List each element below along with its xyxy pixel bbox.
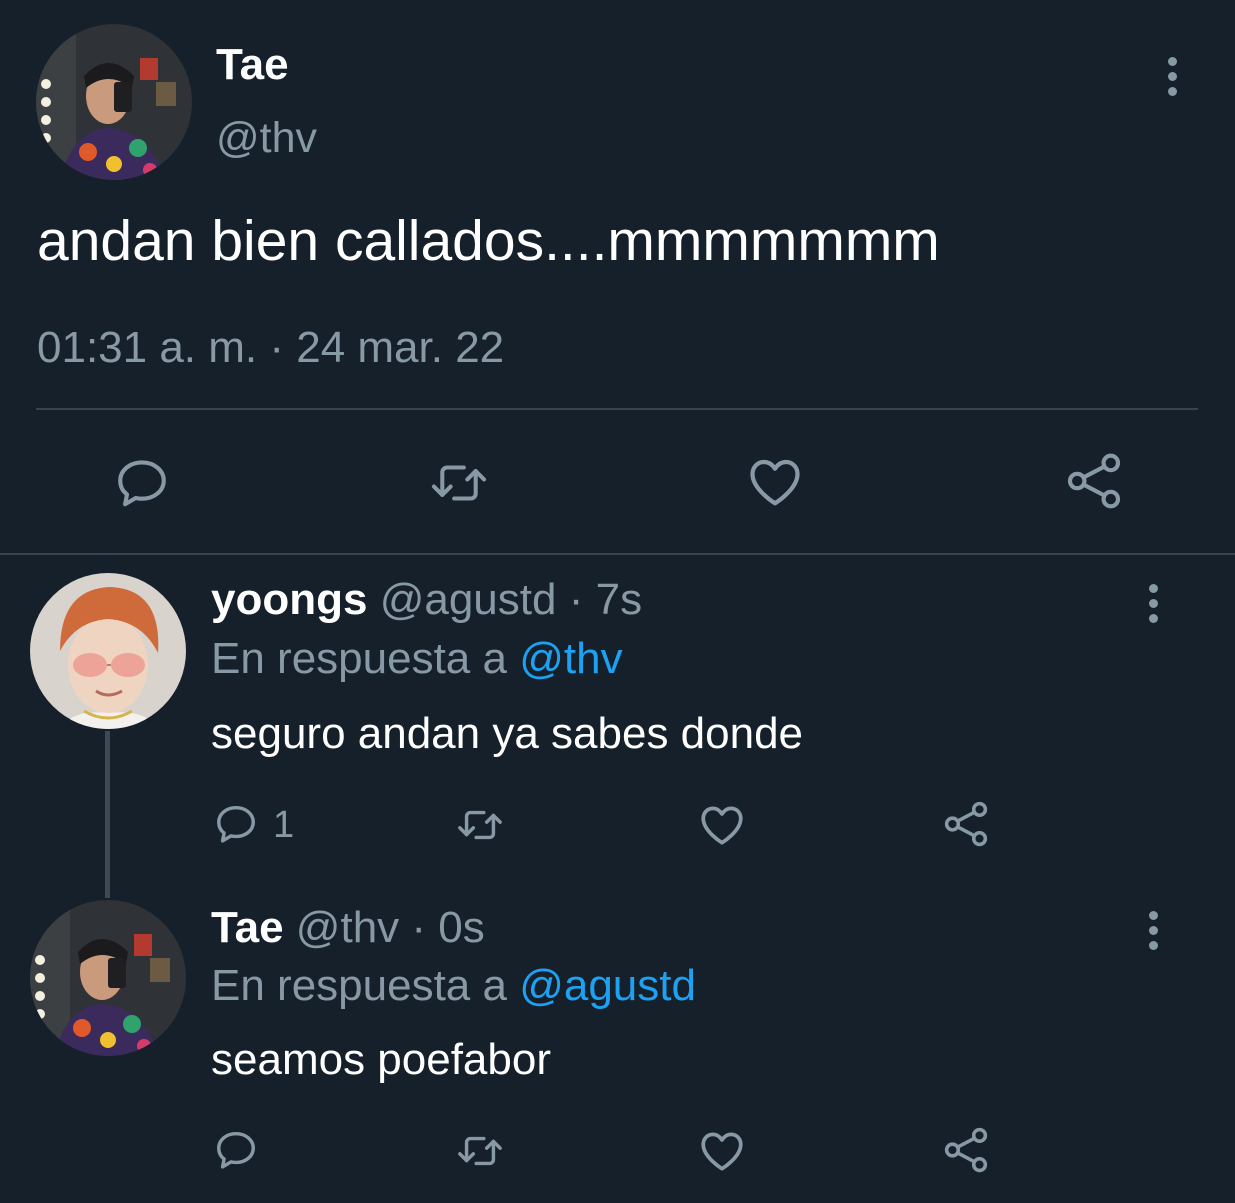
reply-1-share-icon[interactable] [941,799,991,849]
reply-1-header: yoongs @agustd · 7s [211,575,642,625]
retweet-icon[interactable] [428,454,490,512]
tae-avatar-photo [36,24,192,180]
reply-1-more-options-icon[interactable] [1148,584,1158,624]
reply-2-like-icon[interactable] [697,1126,747,1176]
section-divider [0,553,1235,555]
yoongs-avatar-photo [30,573,186,729]
reply-2-avatar[interactable] [30,900,186,1056]
reply-2-reply-mention[interactable]: @agustd [519,961,696,1010]
like-icon[interactable] [745,452,805,512]
reply-2-in-reply-to: En respuesta a @agustd [211,961,696,1011]
reply-1-avatar[interactable] [30,573,186,729]
reply-1-like-icon[interactable] [697,800,747,850]
reply-2-text: seamos poefabor [211,1035,551,1084]
main-tweet-divider [36,408,1198,410]
main-tweet-timestamp[interactable]: 01:31 a. m. · 24 mar. 22 [37,323,504,373]
reply-1-reply-icon[interactable] [213,801,259,847]
share-icon[interactable] [1063,450,1125,512]
thread-connector-line [105,731,110,898]
main-tweet-text: andan bien callados....mmmmmmm [37,209,940,273]
reply-1-time[interactable]: 7s [596,575,642,624]
reply-2-reply-icon[interactable] [213,1127,259,1173]
reply-2-handle[interactable]: @thv [296,903,399,952]
reply-1-display-name[interactable]: yoongs [211,575,367,624]
reply-2-time[interactable]: 0s [438,903,484,952]
reply-1-text: seguro andan ya sabes donde [211,709,804,758]
reply-icon[interactable] [113,454,171,512]
reply-2-header: Tae @thv · 0s [211,903,485,953]
reply-2-separator: · [411,903,427,952]
reply-1-reply-count: 1 [273,804,295,846]
reply-2-reply-prefix: En respuesta a [211,961,507,1010]
reply-2-more-options-icon[interactable] [1148,911,1158,951]
reply-1-handle[interactable]: @agustd [380,575,557,624]
main-tweet-display-name[interactable]: Tae [216,40,289,90]
reply-2-share-icon[interactable] [941,1125,991,1175]
reply-1-separator: · [568,575,584,624]
reply-1-in-reply-to: En respuesta a @thv [211,634,623,684]
tae-avatar-photo [30,900,186,1056]
main-tweet-handle[interactable]: @thv [216,114,317,163]
reply-1-retweet-icon[interactable] [453,802,507,848]
reply-2-retweet-icon[interactable] [453,1128,507,1174]
reply-1-reply-mention[interactable]: @thv [519,634,622,683]
more-options-icon[interactable] [1167,57,1177,97]
main-tweet-avatar[interactable] [36,24,192,180]
reply-2-display-name[interactable]: Tae [211,903,284,952]
reply-1-reply-prefix: En respuesta a [211,634,507,683]
